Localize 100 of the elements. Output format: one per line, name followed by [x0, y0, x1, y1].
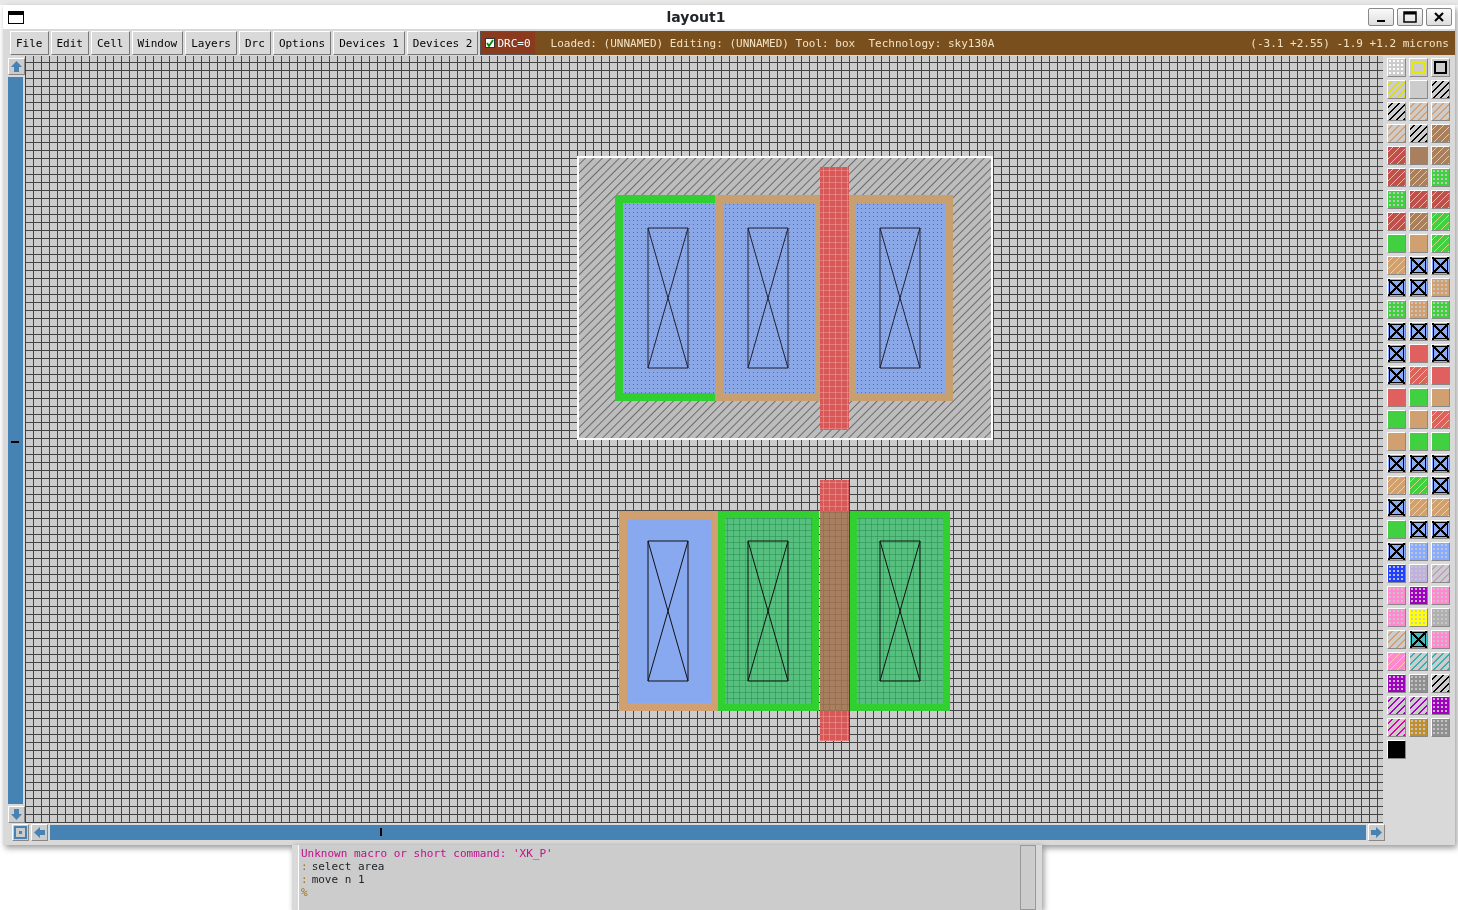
layer-swatch[interactable] — [1431, 322, 1450, 341]
layer-swatch[interactable] — [1409, 696, 1428, 715]
layer-swatch[interactable] — [1409, 586, 1428, 605]
layer-swatch[interactable] — [1409, 498, 1428, 517]
layer-swatch[interactable] — [1387, 234, 1406, 253]
layer-swatch[interactable] — [1387, 146, 1406, 165]
menu-button[interactable]: Window — [131, 31, 184, 55]
layer-swatch[interactable] — [1431, 102, 1450, 121]
layer-swatch[interactable] — [1409, 234, 1428, 253]
layer-swatch[interactable] — [1431, 366, 1450, 385]
layer-swatch[interactable] — [1387, 212, 1406, 231]
menu-button[interactable]: Edit — [50, 31, 89, 55]
layer-swatch[interactable] — [1387, 124, 1406, 143]
layer-swatch[interactable] — [1387, 58, 1406, 77]
layer-swatch[interactable] — [1431, 476, 1450, 495]
vertical-scrollbar[interactable] — [8, 77, 23, 804]
menu-button[interactable]: Cell — [91, 31, 130, 55]
layer-swatch[interactable] — [1431, 124, 1450, 143]
layer-swatch[interactable] — [1409, 476, 1428, 495]
menu-button[interactable]: Devices 1 — [333, 31, 405, 55]
layer-swatch[interactable] — [1431, 652, 1450, 671]
layer-swatch[interactable] — [1431, 80, 1450, 99]
layer-swatch[interactable] — [1409, 256, 1428, 275]
layer-swatch[interactable] — [1387, 520, 1406, 539]
layer-swatch[interactable] — [1409, 278, 1428, 297]
layer-swatch[interactable] — [1431, 498, 1450, 517]
layer-swatch[interactable] — [1431, 300, 1450, 319]
menu-button[interactable]: Options — [272, 31, 332, 55]
layer-swatch[interactable] — [1409, 652, 1428, 671]
layer-swatch[interactable] — [1409, 454, 1428, 473]
close-button[interactable] — [1426, 8, 1452, 26]
layer-swatch[interactable] — [1387, 388, 1406, 407]
layer-swatch[interactable] — [1409, 344, 1428, 363]
layer-swatch[interactable] — [1431, 564, 1450, 583]
layer-swatch[interactable] — [1409, 366, 1428, 385]
layer-swatch[interactable] — [1387, 102, 1406, 121]
layer-swatch[interactable] — [1431, 586, 1450, 605]
layer-swatch[interactable] — [1409, 80, 1428, 99]
layer-swatch[interactable] — [1409, 564, 1428, 583]
layer-swatch[interactable] — [1431, 718, 1450, 737]
menu-button[interactable]: File — [10, 31, 49, 55]
layer-swatch[interactable] — [1431, 630, 1450, 649]
layer-swatch[interactable] — [1387, 630, 1406, 649]
layer-swatch[interactable] — [1387, 190, 1406, 209]
zoom-box-button[interactable] — [12, 824, 29, 841]
layer-swatch[interactable] — [1387, 674, 1406, 693]
layer-swatch[interactable] — [1409, 608, 1428, 627]
layer-swatch[interactable] — [1431, 674, 1450, 693]
layer-swatch[interactable] — [1409, 102, 1428, 121]
layer-swatch[interactable] — [1409, 542, 1428, 561]
layer-swatch[interactable] — [1387, 564, 1406, 583]
layer-swatch[interactable] — [1387, 454, 1406, 473]
layer-swatch[interactable] — [1387, 718, 1406, 737]
layer-swatch[interactable] — [1431, 410, 1450, 429]
layer-swatch[interactable] — [1409, 718, 1428, 737]
minimize-button[interactable] — [1368, 8, 1394, 26]
layer-swatch[interactable] — [1387, 80, 1406, 99]
layer-swatch[interactable] — [1409, 674, 1428, 693]
layer-swatch[interactable] — [1431, 520, 1450, 539]
layer-swatch[interactable] — [1431, 212, 1450, 231]
layer-swatch[interactable] — [1387, 168, 1406, 187]
layer-swatch[interactable] — [1431, 608, 1450, 627]
layer-swatch[interactable] — [1387, 322, 1406, 341]
layer-swatch[interactable] — [1431, 696, 1450, 715]
layer-swatch[interactable] — [1431, 256, 1450, 275]
maximize-button[interactable] — [1397, 8, 1423, 26]
layer-swatch[interactable] — [1431, 278, 1450, 297]
layer-swatch[interactable] — [1431, 146, 1450, 165]
layer-swatch[interactable] — [1387, 740, 1406, 759]
layer-swatch[interactable] — [1387, 652, 1406, 671]
scroll-up-button[interactable] — [8, 58, 25, 75]
layer-swatch[interactable] — [1431, 542, 1450, 561]
layer-swatch[interactable] — [1431, 432, 1450, 451]
layer-swatch[interactable] — [1409, 124, 1428, 143]
layer-swatch[interactable] — [1409, 300, 1428, 319]
layer-swatch[interactable] — [1409, 212, 1428, 231]
layer-swatch[interactable] — [1409, 410, 1428, 429]
layer-swatch[interactable] — [1431, 190, 1450, 209]
layer-swatch[interactable] — [1409, 58, 1428, 77]
layer-swatch[interactable] — [1387, 300, 1406, 319]
layer-swatch[interactable] — [1431, 388, 1450, 407]
scroll-left-button[interactable] — [31, 824, 48, 841]
layer-swatch[interactable] — [1409, 388, 1428, 407]
layer-swatch[interactable] — [1431, 168, 1450, 187]
menu-button[interactable]: Layers — [185, 31, 237, 55]
layer-swatch[interactable] — [1387, 344, 1406, 363]
layer-swatch[interactable] — [1387, 432, 1406, 451]
layer-swatch[interactable] — [1409, 322, 1428, 341]
window-icon[interactable] — [8, 10, 24, 24]
layer-swatch[interactable] — [1431, 344, 1450, 363]
horizontal-scrollbar[interactable] — [50, 825, 1366, 840]
layer-swatch[interactable] — [1431, 58, 1450, 77]
layer-swatch[interactable] — [1387, 366, 1406, 385]
menu-button[interactable]: Devices 2 — [406, 31, 479, 55]
layer-swatch[interactable] — [1387, 498, 1406, 517]
drc-checkbox[interactable] — [485, 38, 496, 48]
layer-swatch[interactable] — [1387, 586, 1406, 605]
layer-swatch[interactable] — [1409, 630, 1428, 649]
layer-swatch[interactable] — [1431, 454, 1450, 473]
console-scrollbar[interactable] — [1020, 845, 1036, 910]
